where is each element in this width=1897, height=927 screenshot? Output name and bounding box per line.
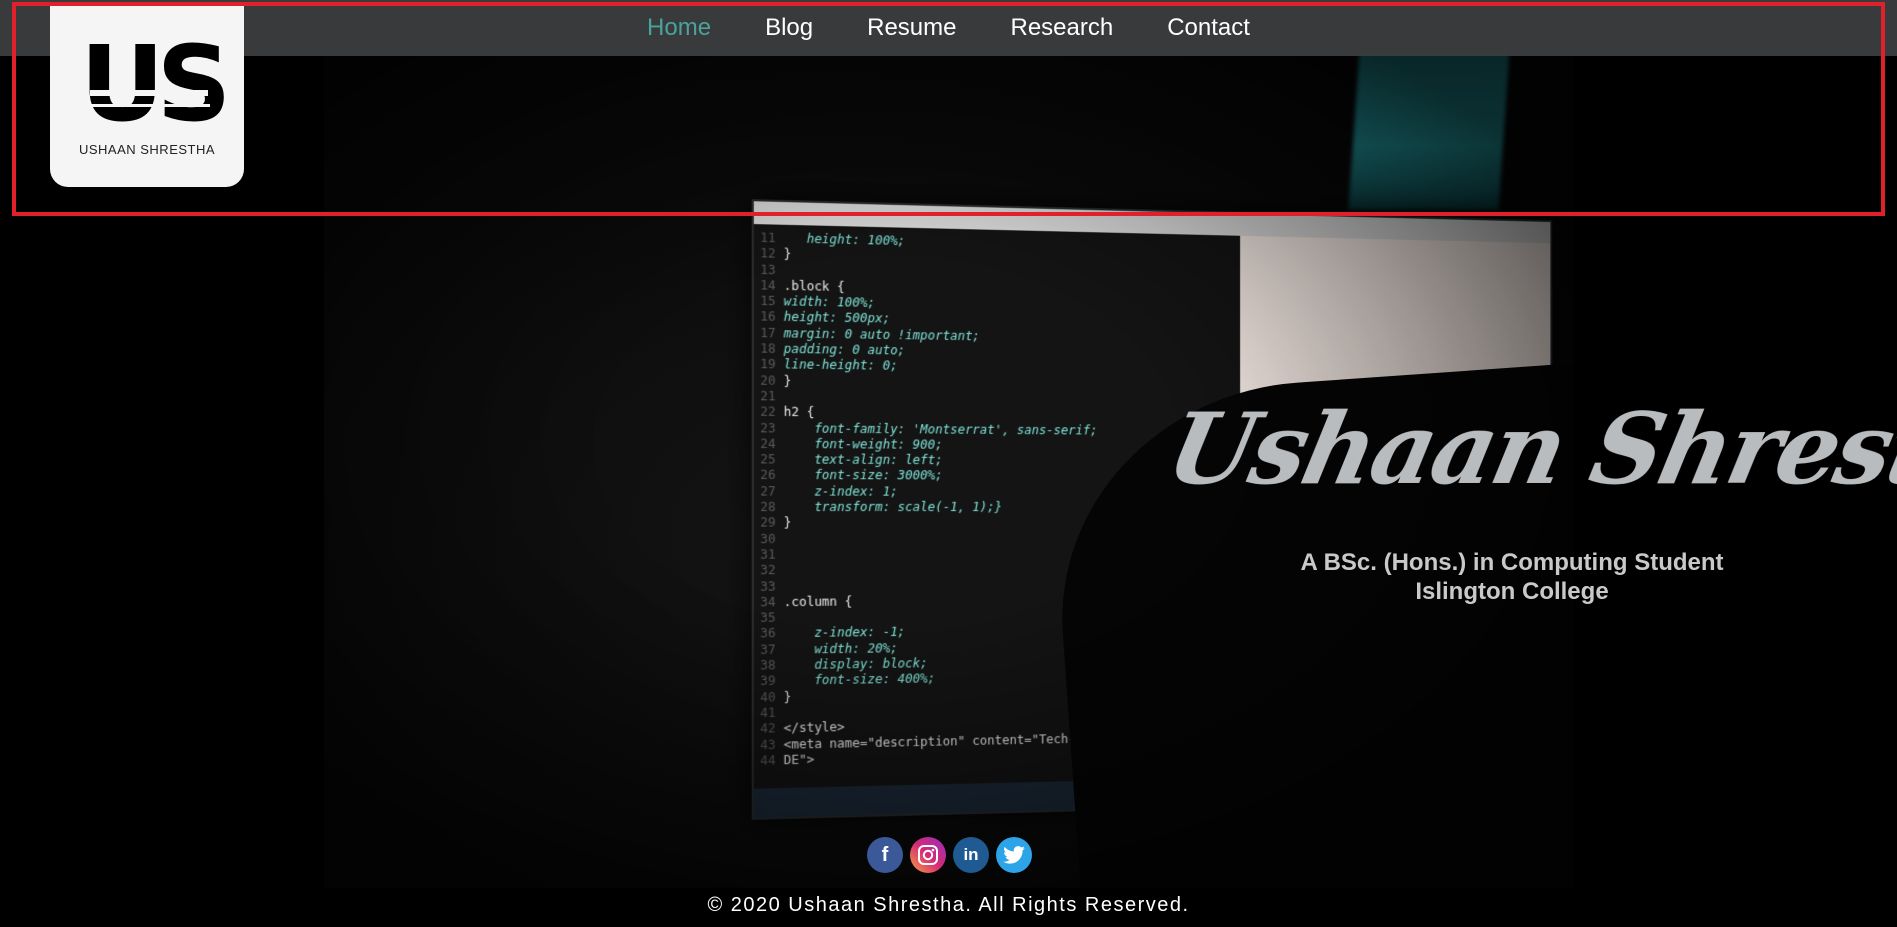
hero-name-title: Ushaan Shrestha <box>1157 392 1897 507</box>
hero-subtitle: A BSc. (Hons.) in Computing Student Isli… <box>1212 548 1812 606</box>
nav-blog-link[interactable]: Blog <box>765 14 813 42</box>
twitter-icon[interactable] <box>996 837 1032 873</box>
logo-monogram-text: US <box>80 23 231 145</box>
instagram-icon[interactable] <box>910 837 946 873</box>
logo-monogram: US <box>80 32 231 136</box>
nav-contact-link[interactable]: Contact <box>1167 14 1250 42</box>
footer-copyright: © 2020 Ushaan Shrestha. All Rights Reser… <box>707 894 1190 916</box>
hero-subtitle-college: Islington College <box>1415 578 1609 605</box>
instagram-glyph <box>918 845 938 865</box>
nav-resume-link[interactable]: Resume <box>867 14 956 42</box>
logo-glitch-stripe <box>86 104 210 107</box>
logo-glitch-stripe <box>90 90 208 96</box>
linkedin-icon[interactable]: in <box>953 837 989 873</box>
social-links: f in <box>867 837 1032 873</box>
top-navbar: Home Blog Resume Research Contact <box>0 0 1897 56</box>
logo-wordmark: USHAAN SHRESTHA <box>78 142 216 157</box>
hero-subtitle-degree: A BSc. (Hons.) in Computing Student <box>1300 549 1724 576</box>
twitter-bird-glyph <box>1003 846 1025 864</box>
site-logo[interactable]: US USHAAN SHRESTHA <box>50 4 244 187</box>
nav-home-link[interactable]: Home <box>647 14 711 42</box>
nav-research-link[interactable]: Research <box>1011 14 1114 42</box>
facebook-icon[interactable]: f <box>867 837 903 873</box>
